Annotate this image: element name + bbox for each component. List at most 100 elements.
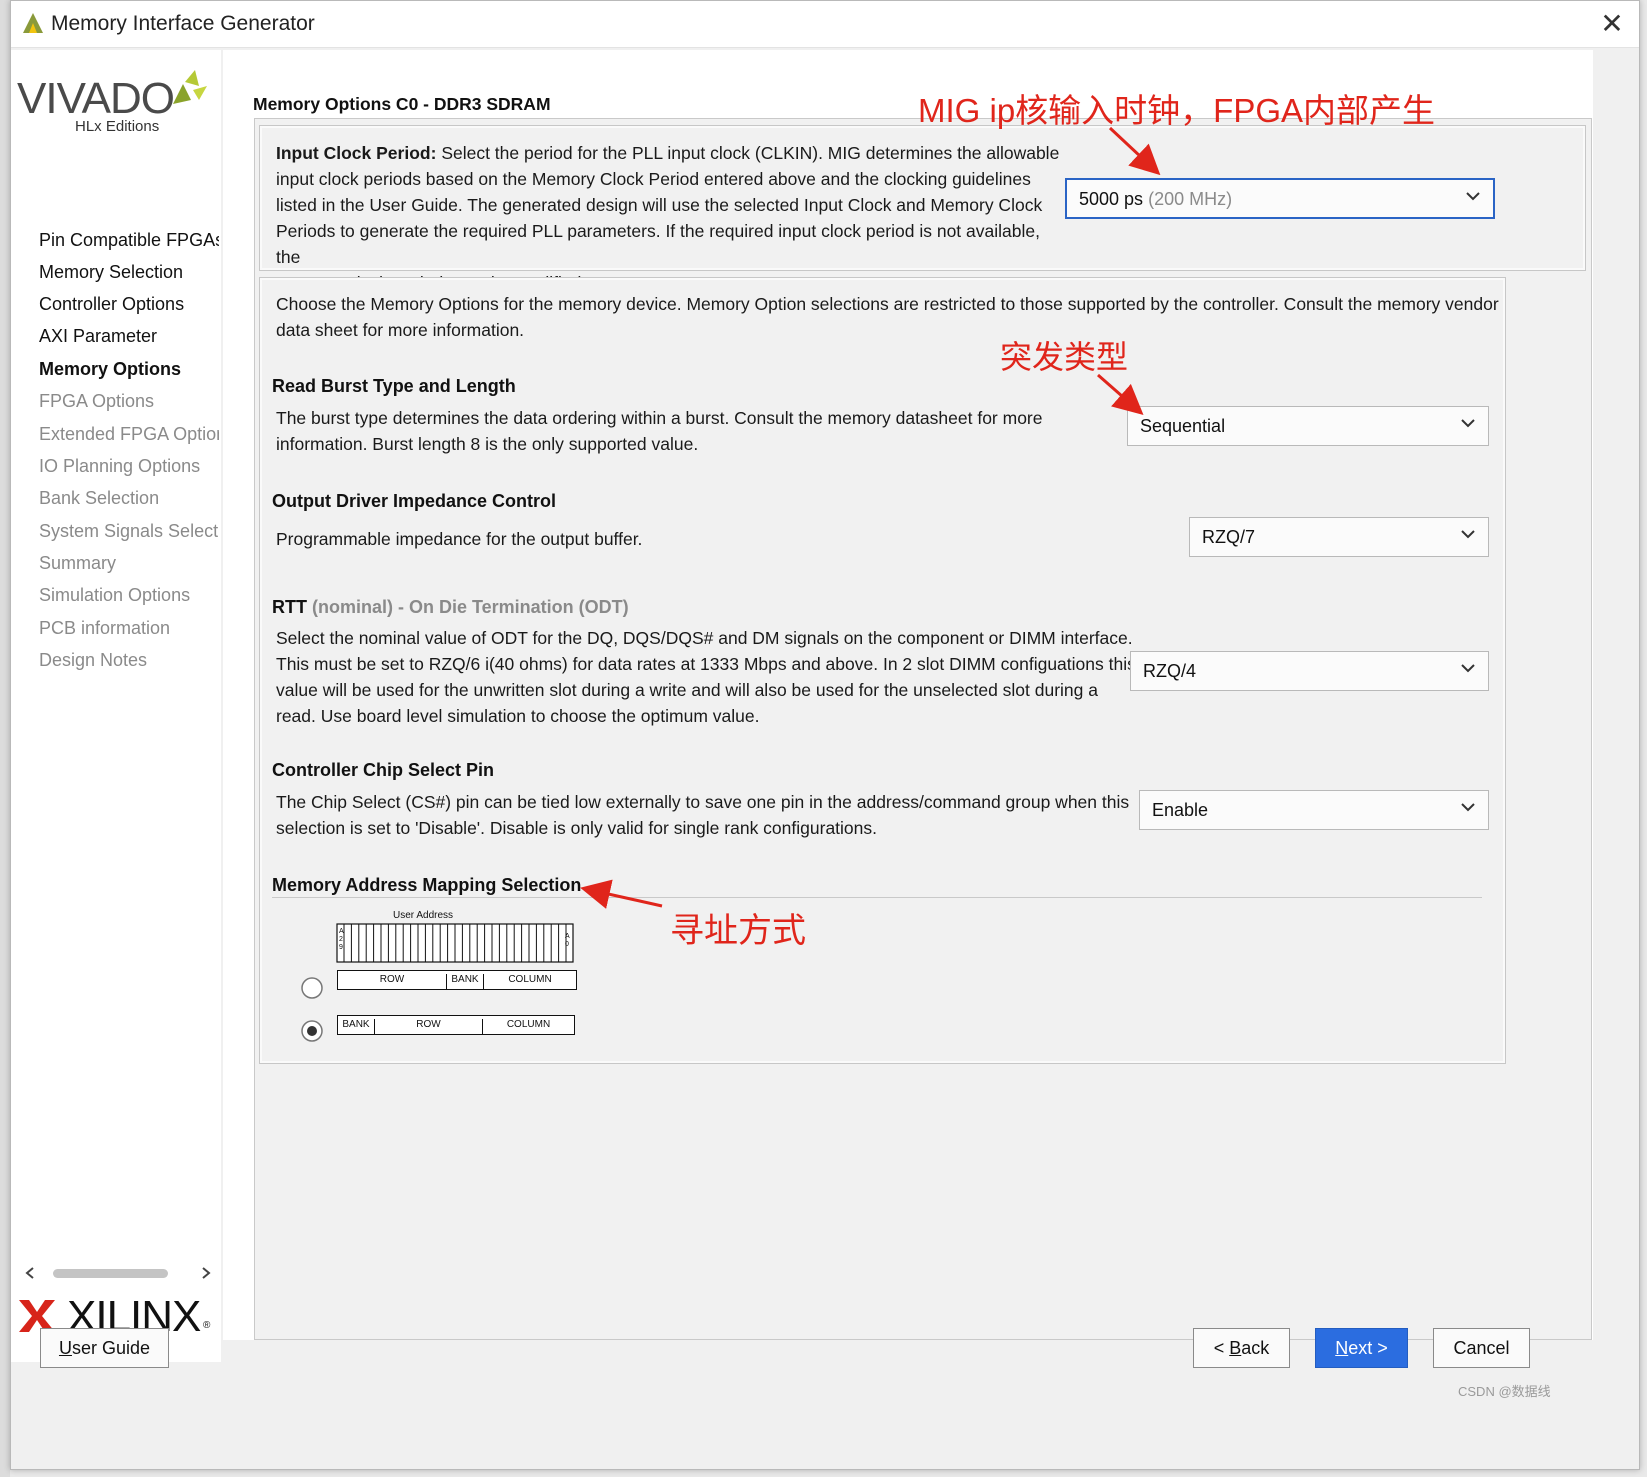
rtt-heading-rest: (nominal) - On Die Termination (ODT) xyxy=(307,597,629,617)
hlx-edition-label: HLx Editions xyxy=(75,118,160,135)
input-clock-line-2: input clock periods based on the Memory … xyxy=(276,169,1031,189)
segment-bank: BANK xyxy=(447,974,484,990)
segment-row: ROW xyxy=(338,974,447,990)
nav-simulation-options: Simulation Options xyxy=(39,585,191,605)
rtt-heading: RTT (nominal) - On Die Termination (ODT) xyxy=(272,597,629,618)
address-msb-label: A 2 9 xyxy=(339,928,344,951)
chevron-down-icon xyxy=(1461,664,1475,673)
input-clock-label: Input Clock Period: xyxy=(276,143,437,163)
rtt-nominal-value: RZQ/4 xyxy=(1143,661,1197,681)
chip-select-line-2: selection is set to 'Disable'. Disable i… xyxy=(276,818,877,838)
address-mapping-divider xyxy=(272,897,1482,898)
user-guide-button[interactable]: User Guide xyxy=(40,1328,169,1368)
rtt-line-1: Select the nominal value of ODT for the … xyxy=(276,628,1133,648)
rtt-nominal-select[interactable]: RZQ/4 xyxy=(1130,651,1489,691)
burst-type-select[interactable]: Sequential xyxy=(1127,406,1489,446)
back-mnemonic: B xyxy=(1229,1338,1242,1358)
next-button[interactable]: Next > xyxy=(1315,1328,1408,1368)
memory-options-intro: Choose the Memory Options for the memory… xyxy=(276,291,1501,343)
address-mapping-heading: Memory Address Mapping Selection xyxy=(272,875,582,895)
annotation-burst: 突发类型 xyxy=(1000,339,1129,375)
input-clock-hint: (200 MHz) xyxy=(1148,189,1233,209)
mapping-option-row-bank-column[interactable]: ROW BANK COLUMN xyxy=(337,970,577,990)
nav-pin-compatible[interactable]: Pin Compatible FPGAs xyxy=(39,230,219,251)
chevron-down-icon xyxy=(1466,192,1480,201)
radio-selected-icon[interactable] xyxy=(300,1019,324,1043)
chevron-down-icon xyxy=(1461,419,1475,428)
scroll-right-icon[interactable] xyxy=(199,1266,213,1280)
nav-summary: Summary xyxy=(39,553,117,573)
user-address-label: User Address xyxy=(393,910,454,921)
burst-type-value: Sequential xyxy=(1140,416,1226,436)
segment-row: ROW xyxy=(375,1019,483,1035)
input-clock-line-3: listed in the User Guide. The generated … xyxy=(276,195,1043,215)
output-impedance-select[interactable]: RZQ/7 xyxy=(1189,517,1489,557)
nav-memory-options[interactable]: Memory Options xyxy=(39,359,219,380)
chevron-down-icon xyxy=(1461,803,1475,812)
chip-select-line-1: The Chip Select (CS#) pin can be tied lo… xyxy=(276,792,1130,812)
back-button[interactable]: < Back xyxy=(1193,1328,1290,1368)
segment-column: COLUMN xyxy=(506,1019,551,1030)
nav-memory-selection[interactable]: Memory Selection xyxy=(39,262,219,283)
impedance-heading: Output Driver Impedance Control xyxy=(272,491,557,511)
user-address-bus-diagram xyxy=(336,923,574,963)
segment-bank: BANK xyxy=(338,1019,375,1035)
nav-horizontal-scrollbar[interactable] xyxy=(23,1262,219,1284)
intro-line-1: Choose the Memory Options for the memory… xyxy=(276,294,1499,314)
nav-pcb-information: PCB information xyxy=(39,618,171,638)
nav-io-planning-options: IO Planning Options xyxy=(39,456,201,476)
scroll-left-icon[interactable] xyxy=(23,1266,37,1280)
next-label: ext > xyxy=(1348,1338,1388,1358)
window-title: Memory Interface Generator xyxy=(51,12,315,35)
output-impedance-value: RZQ/7 xyxy=(1202,527,1256,547)
input-clock-description: Input Clock Period: Select the period fo… xyxy=(276,140,1066,296)
chip-select-heading: Controller Chip Select Pin xyxy=(272,760,495,780)
nav-system-signals: System Signals Selection xyxy=(39,521,219,541)
rtt-description: Select the nominal value of ODT for the … xyxy=(276,625,1136,729)
nav-controller-options[interactable]: Controller Options xyxy=(39,294,219,315)
input-clock-value: 5000 ps xyxy=(1079,189,1144,209)
nav-design-notes: Design Notes xyxy=(39,650,148,670)
rtt-line-4: read. Use board level simulation to choo… xyxy=(276,706,760,726)
mapping-option-bank-row-column[interactable]: BANK ROW COLUMN xyxy=(337,1015,575,1035)
next-mnemonic: N xyxy=(1335,1338,1349,1358)
mig-logo-icon xyxy=(23,13,43,33)
back-label: ack xyxy=(1241,1338,1270,1358)
burst-line-1: The burst type determines the data order… xyxy=(276,408,1043,428)
burst-description: The burst type determines the data order… xyxy=(276,405,1076,457)
annotation-clock: MIG ip核输入时钟，FPGA内部产生 xyxy=(918,92,1436,129)
input-clock-period-select[interactable]: 5000 ps (200 MHz) xyxy=(1065,178,1495,219)
vivado-leaf-icon xyxy=(173,70,207,104)
intro-line-2: data sheet for more information. xyxy=(276,320,525,340)
nav-bank-selection: Bank Selection xyxy=(39,488,160,508)
scrollbar-thumb[interactable] xyxy=(53,1269,168,1278)
address-lsb-label: A 0 xyxy=(565,933,570,948)
rtt-heading-bold: RTT xyxy=(272,597,307,617)
cancel-button[interactable]: Cancel xyxy=(1433,1328,1530,1368)
segment-column: COLUMN xyxy=(508,974,552,985)
chevron-down-icon xyxy=(1461,530,1475,539)
title-bar: Memory Interface Generator ✕ xyxy=(11,1,1639,48)
registered-mark: ® xyxy=(203,1320,211,1331)
annotation-mapping: 寻址方式 xyxy=(670,912,806,950)
chip-select-pin-select[interactable]: Enable xyxy=(1139,790,1489,830)
left-navigation-panel: VIVADO HLx Editions Pin Compatible FPGAs… xyxy=(11,50,221,1362)
page-title: Memory Options C0 - DDR3 SDRAM xyxy=(253,94,551,114)
radio-icon[interactable] xyxy=(300,976,324,1000)
nav-axi-parameter[interactable]: AXI Parameter xyxy=(39,326,219,347)
chip-select-value: Enable xyxy=(1152,800,1209,820)
background-app-edge xyxy=(0,0,10,1477)
nav-extended-fpga-options: Extended FPGA Options xyxy=(39,424,219,444)
chip-select-description: The Chip Select (CS#) pin can be tied lo… xyxy=(276,789,1136,841)
back-prefix: < xyxy=(1213,1338,1230,1358)
close-icon[interactable]: ✕ xyxy=(1597,9,1627,39)
nav-fpga-options: FPGA Options xyxy=(39,391,155,411)
rtt-line-3: value will be used for the unwritten slo… xyxy=(276,680,1098,700)
burst-line-2: information. Burst length 8 is the only … xyxy=(276,434,699,454)
watermark: CSDN @数据线 xyxy=(1458,1384,1551,1399)
burst-heading: Read Burst Type and Length xyxy=(272,376,516,396)
vivado-logo: VIVADO HLx Editions xyxy=(17,70,217,140)
vivado-wordmark: VIVADO xyxy=(17,74,175,123)
user-guide-label: ser Guide xyxy=(71,1338,151,1358)
user-guide-mnemonic: U xyxy=(58,1338,72,1358)
